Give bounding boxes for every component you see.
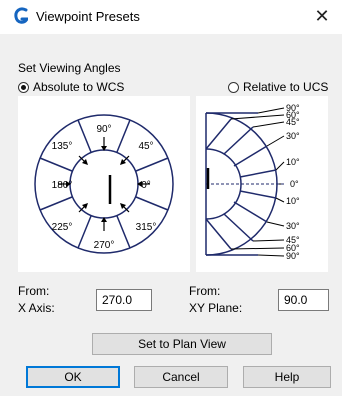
xy-plane-angle-dial[interactable]: 90° 60° 45° 30° 10° 0° 10° 30° 45° 60° 9… [196, 96, 328, 272]
radio-indicator-unselected[interactable] [228, 81, 239, 93]
plane-label-10-bottom: 10° [286, 196, 300, 206]
relative-to-ucs-label: Relative to UCS [243, 80, 329, 94]
absolute-to-wcs-radio[interactable]: Absolute to WCS [18, 80, 124, 94]
set-to-plan-view-button[interactable]: Set to Plan View [92, 333, 272, 355]
dial-label-225: 225° [52, 222, 73, 233]
plane-label-10-top: 10° [286, 157, 300, 167]
app-logo-icon [14, 7, 28, 24]
dial-label-90: 90° [96, 124, 111, 135]
xy-plane-from-label: From: [189, 284, 221, 298]
dial-label-270: 270° [94, 240, 115, 251]
viewpoint-presets-dialog: Viewpoint Presets ✕ Set Viewing Angles A… [0, 0, 342, 396]
dial-label-135: 135° [52, 141, 73, 152]
plane-label-45-top: 45° [286, 117, 300, 127]
dial-label-315: 315° [136, 222, 157, 233]
x-axis-input[interactable]: 270.0 [96, 289, 152, 311]
dial-label-180: 180° [52, 180, 73, 191]
x-axis-angle-dial[interactable]: 0° 45° 90° 135° 180° 225° 270° 315° [18, 96, 190, 272]
plane-label-30-bottom: 30° [286, 221, 300, 231]
cancel-button[interactable]: Cancel [134, 366, 228, 388]
plane-label-90-bottom: 90° [286, 251, 300, 261]
x-axis-from-label: From: [18, 284, 50, 298]
x-axis-angle-panel[interactable]: 0° 45° 90° 135° 180° 225° 270° 315° [18, 96, 190, 272]
plane-label-0: 0° [290, 179, 299, 189]
title-bar: Viewpoint Presets ✕ [0, 0, 342, 34]
close-button[interactable]: ✕ [310, 4, 334, 28]
help-button[interactable]: Help [243, 366, 331, 388]
xy-plane-input[interactable]: 90.0 [278, 289, 329, 311]
absolute-to-wcs-label: Absolute to WCS [33, 80, 125, 94]
xy-plane-label: XY Plane: [189, 301, 243, 315]
relative-to-ucs-radio[interactable]: Relative to UCS [228, 80, 328, 94]
plane-label-30-top: 30° [286, 131, 300, 141]
x-axis-label: X Axis: [18, 301, 55, 315]
dial-label-45: 45° [138, 141, 153, 152]
viewing-angles-label: Set Viewing Angles [18, 61, 121, 75]
ok-button[interactable]: OK [26, 366, 120, 388]
dial-label-0: 0° [141, 180, 151, 191]
radio-indicator-selected[interactable] [18, 81, 29, 93]
dialog-title: Viewpoint Presets [36, 9, 140, 24]
dial-inner-ring [69, 149, 139, 219]
xy-plane-angle-panel[interactable]: 90° 60° 45° 30° 10° 0° 10° 30° 45° 60° 9… [196, 96, 328, 272]
